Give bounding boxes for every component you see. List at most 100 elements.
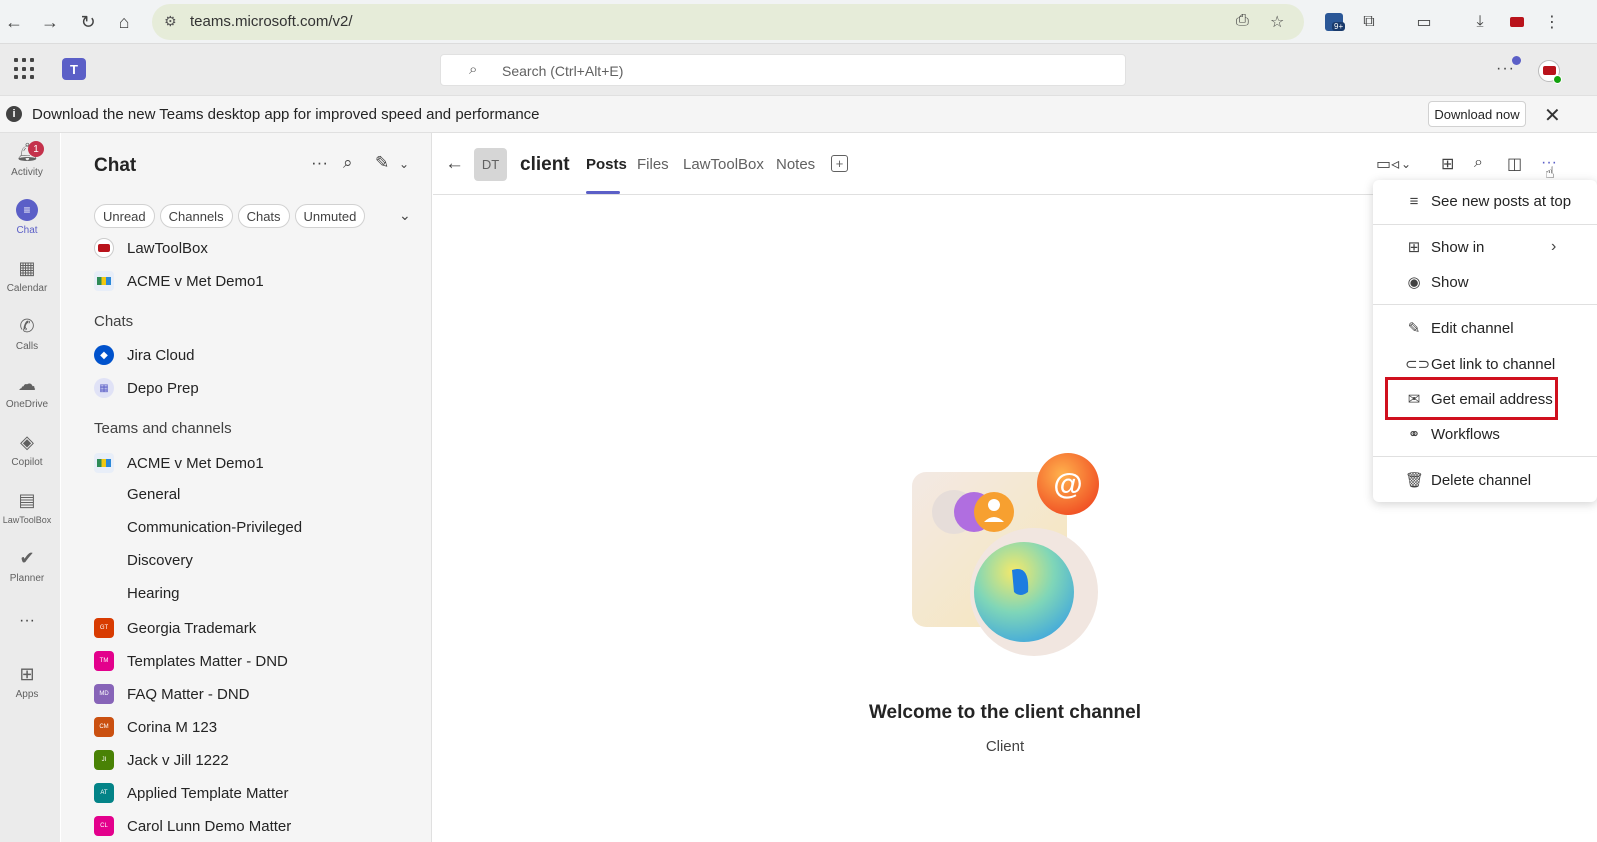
filter-chats[interactable]: Chats	[237, 204, 290, 228]
list-item-label: Carol Lunn Demo Matter	[127, 817, 292, 835]
apps-icon[interactable]: ⊞	[1441, 154, 1454, 174]
url-text[interactable]: teams.microsoft.com/v2/	[190, 13, 353, 30]
panel-icon[interactable]: ◫	[1507, 154, 1522, 174]
rail-item-onedrive[interactable]: ☁ OneDrive	[0, 369, 54, 421]
browser-toolbar: ← → ↻ ⌂ ⚙ teams.microsoft.com/v2/ ⎙ ☆ 9+…	[0, 0, 1597, 44]
notification-dot	[1512, 56, 1521, 65]
rail-label: LawToolBox	[2, 515, 52, 525]
new-chat-icon[interactable]: ✎	[375, 153, 389, 173]
menu-item-show[interactable]: ◉ Show	[1373, 267, 1597, 297]
eye-icon: ◉	[1407, 274, 1421, 291]
chevron-down-icon[interactable]: ⌄	[1401, 157, 1411, 171]
rail-item-lawtoolbox[interactable]: ▤ LawToolBox	[0, 485, 54, 537]
menu-item-label: Show	[1431, 273, 1469, 291]
tab-posts[interactable]: Posts	[586, 156, 627, 173]
download-app-banner: i Download the new Teams desktop app for…	[0, 96, 1597, 133]
user-avatar[interactable]	[1538, 60, 1562, 84]
reload-icon[interactable]: ↻	[76, 10, 100, 34]
svg-text:@: @	[1053, 468, 1082, 501]
filters-chevron-down-icon[interactable]: ⌄	[399, 207, 411, 224]
team-avatar: CL	[94, 816, 114, 836]
extension-icon[interactable]: 9+	[1322, 10, 1346, 34]
rail-item-copilot[interactable]: ◈ Copilot	[0, 427, 54, 479]
pencil-icon: ✎	[1407, 320, 1421, 337]
activity-badge: 1	[28, 141, 44, 157]
site-settings-icon[interactable]: ⚙	[164, 13, 177, 30]
rail-item-planner[interactable]: ✔ Planner	[0, 543, 54, 595]
apps-icon: ⊞	[19, 664, 35, 684]
filter-channels[interactable]: Channels	[159, 204, 233, 228]
browser-menu-icon[interactable]: ⋮	[1540, 10, 1564, 34]
menu-item-label: See new posts at top	[1431, 192, 1572, 210]
list-item[interactable]: TM Templates Matter - DND	[94, 648, 288, 674]
sort-icon: ≡	[1409, 192, 1419, 210]
chat-more-icon[interactable]: ···	[311, 153, 328, 173]
channel-item[interactable]: Communication-Privileged	[127, 514, 302, 540]
channel-label: Discovery	[127, 551, 193, 569]
close-banner-icon[interactable]: ✕	[1544, 103, 1561, 128]
tab-lawtoolbox[interactable]: LawToolBox	[683, 156, 764, 173]
trash-icon: 🗑︎	[1405, 472, 1425, 489]
filter-unread[interactable]: Unread	[94, 204, 155, 228]
list-item[interactable]: ▦ Depo Prep	[94, 375, 199, 401]
home-icon[interactable]: ⌂	[112, 10, 136, 34]
back-arrow-icon[interactable]: ←	[445, 153, 464, 175]
channel-label: General	[127, 485, 181, 503]
rail-label: Apps	[15, 689, 39, 700]
chat-search-icon[interactable]: ⌕	[343, 153, 353, 173]
download-now-button[interactable]: Download now	[1428, 101, 1526, 127]
channel-item[interactable]: Hearing	[127, 580, 180, 606]
list-item[interactable]: CL Carol Lunn Demo Matter	[94, 813, 291, 839]
menu-item-see-new-posts-at-top[interactable]: ≡ See new posts at top	[1373, 186, 1597, 216]
menu-item-label: Delete channel	[1431, 471, 1532, 489]
list-item[interactable]: GT Georgia Trademark	[94, 615, 256, 641]
search-placeholder: Search (Ctrl+Alt+E)	[502, 63, 624, 79]
install-app-icon[interactable]: ⎙	[1236, 12, 1249, 30]
channel-item[interactable]: Discovery	[127, 547, 193, 573]
channel-item[interactable]: General	[127, 481, 180, 507]
app-launcher-icon[interactable]	[14, 58, 36, 80]
list-item[interactable]: LawToolBox	[94, 235, 208, 261]
add-tab-icon[interactable]: +	[831, 155, 848, 172]
list-item[interactable]: ACME v Met Demo1	[94, 268, 264, 294]
team-avatar	[94, 271, 114, 291]
list-item[interactable]: ◆ Jira Cloud	[94, 342, 195, 368]
video-call-icon[interactable]: ▭◃	[1376, 154, 1399, 174]
rail-item-calls[interactable]: ✆ Calls	[0, 311, 54, 363]
bookmark-star-icon[interactable]: ☆	[1270, 12, 1284, 32]
teams-header: T ⌕ Search (Ctrl+Alt+E) ···	[0, 44, 1597, 96]
reading-mode-icon[interactable]: ▭	[1412, 10, 1436, 34]
filter-unmuted[interactable]: Unmuted	[294, 204, 366, 228]
teams-section-header[interactable]: Teams and channels	[94, 420, 232, 437]
address-bar[interactable]: ⚙ teams.microsoft.com/v2/ ⎙ ☆	[152, 4, 1304, 40]
lawtoolbox-icon: ▤	[18, 490, 36, 510]
chevron-down-icon[interactable]: ⌄	[399, 157, 409, 171]
forward-arrow-icon[interactable]: →	[38, 10, 62, 34]
downloads-icon[interactable]: ⤓	[1468, 10, 1492, 34]
rail-item-calendar[interactable]: ▦ Calendar	[0, 253, 54, 305]
rail-label: Planner	[9, 573, 45, 584]
rail-item-chat[interactable]: ≡ Chat	[0, 195, 54, 247]
welcome-illustration: @	[912, 453, 1099, 656]
menu-item-show-in[interactable]: ⊞ Show in ›	[1373, 232, 1597, 262]
chat-pane-title: Chat	[94, 155, 137, 176]
search-input[interactable]: ⌕ Search (Ctrl+Alt+E)	[440, 54, 1126, 86]
rail-item-more[interactable]: ···	[0, 608, 54, 660]
menu-item-workflows[interactable]: ⚭ Workflows	[1373, 419, 1597, 449]
tab-files[interactable]: Files	[637, 156, 669, 173]
tab-notes[interactable]: Notes	[776, 156, 815, 173]
rail-item-activity[interactable]: 🔔︎ 1 Activity	[0, 137, 54, 189]
list-item[interactable]: ACME v Met Demo1	[94, 450, 264, 476]
list-item[interactable]: AT Applied Template Matter	[94, 780, 288, 806]
list-item-label: ACME v Met Demo1	[127, 454, 264, 472]
menu-item-get-link[interactable]: ⊂⊃ Get link to channel	[1373, 349, 1597, 379]
search-icon[interactable]: ⌕	[1474, 154, 1483, 172]
profile-icon[interactable]	[1505, 10, 1529, 34]
team-avatar: DT	[474, 148, 507, 181]
jira-icon: ◆	[94, 345, 114, 365]
menu-item-delete-channel[interactable]: 🗑︎ Delete channel	[1373, 465, 1597, 495]
puzzle-extensions-icon[interactable]: ⧉	[1357, 10, 1381, 34]
chats-section-header[interactable]: Chats	[94, 313, 133, 330]
menu-item-edit-channel[interactable]: ✎ Edit channel	[1373, 313, 1597, 343]
back-arrow-icon[interactable]: ←	[2, 10, 26, 34]
